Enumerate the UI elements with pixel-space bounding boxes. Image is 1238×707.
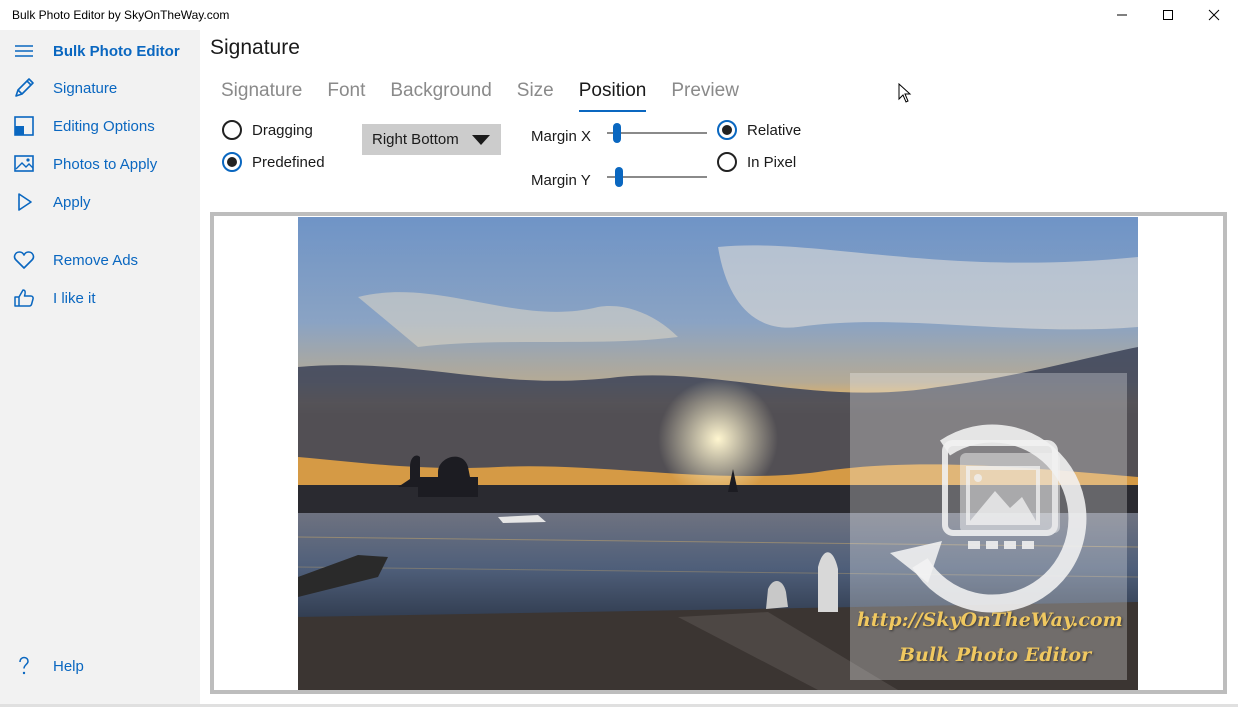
hamburger-menu[interactable]: Bulk Photo Editor: [0, 33, 200, 69]
sidebar-item-photos-to-apply[interactable]: Photos to Apply: [0, 146, 200, 182]
sidebar-item-signature[interactable]: Signature: [0, 70, 200, 106]
margin-y-label: Margin Y: [531, 172, 591, 189]
title-bar: Bulk Photo Editor by SkyOnTheWay.com: [0, 0, 1238, 30]
sidebar-item-label: Signature: [53, 79, 118, 97]
tab-bar: Signature Font Background Size Position …: [221, 80, 764, 112]
image-icon: [0, 153, 48, 175]
radio-circle[interactable]: [222, 152, 242, 172]
hamburger-icon[interactable]: [0, 40, 48, 62]
close-icon: [1208, 9, 1220, 21]
radio-predefined[interactable]: Predefined: [222, 152, 325, 172]
sidebar-item-label: Help: [53, 657, 84, 675]
slider-thumb[interactable]: [613, 123, 621, 143]
margin-x-slider[interactable]: [607, 121, 707, 145]
sidebar-item-label: Photos to Apply: [53, 155, 158, 173]
predefined-position-dropdown[interactable]: Right Bottom: [362, 124, 501, 155]
margin-y-slider[interactable]: [607, 165, 707, 189]
sidebar-item-help[interactable]: Help: [0, 648, 200, 684]
radio-in-pixel[interactable]: In Pixel: [717, 152, 796, 172]
mouse-cursor-icon: [898, 83, 912, 103]
maximize-button[interactable]: [1145, 0, 1191, 30]
heart-icon: [0, 249, 48, 271]
sidebar-item-editing-options[interactable]: Editing Options: [0, 108, 200, 144]
radio-dragging[interactable]: Dragging: [222, 120, 313, 140]
watermark-app-text: Bulk Photo Editor: [899, 644, 1092, 666]
bulk-photo-editor-logo: [890, 424, 1087, 613]
sidebar-item-label: Remove Ads: [53, 251, 139, 269]
sidebar-item-label: Apply: [53, 193, 91, 211]
window-title: Bulk Photo Editor by SkyOnTheWay.com: [12, 8, 230, 22]
sidebar-item-label: Editing Options: [53, 117, 155, 135]
radio-label: Predefined: [252, 153, 325, 171]
sidebar-item-remove-ads[interactable]: Remove Ads: [0, 242, 200, 278]
tab-font[interactable]: Font: [327, 80, 365, 112]
editing-options-icon: [0, 115, 48, 137]
radio-circle[interactable]: [717, 120, 737, 140]
radio-label: In Pixel: [747, 153, 797, 171]
radio-circle[interactable]: [717, 152, 737, 172]
pencil-icon: [0, 77, 48, 99]
page-title: Signature: [210, 36, 300, 59]
sidebar-item-i-like-it[interactable]: I like it: [0, 280, 200, 316]
watermark-url-text: http://SkyOnTheWay.com: [857, 609, 1123, 631]
thumbs-up-icon: [0, 287, 48, 309]
slider-track[interactable]: [607, 132, 707, 134]
tab-position[interactable]: Position: [578, 80, 646, 112]
radio-circle[interactable]: [222, 120, 242, 140]
radio-label: Relative: [747, 121, 802, 139]
question-icon: [0, 655, 48, 677]
close-button[interactable]: [1191, 0, 1237, 30]
tab-signature[interactable]: Signature: [221, 80, 302, 112]
slider-thumb[interactable]: [615, 167, 623, 187]
sidebar-item-label: I like it: [53, 289, 96, 307]
maximize-icon: [1163, 10, 1173, 20]
radio-label: Dragging: [252, 121, 313, 139]
margin-x-label: Margin X: [531, 128, 592, 145]
play-icon: [0, 191, 48, 213]
radio-relative[interactable]: Relative: [717, 120, 801, 140]
tab-background[interactable]: Background: [390, 80, 491, 112]
tab-size[interactable]: Size: [517, 80, 554, 112]
chevron-down-icon: [472, 134, 490, 145]
minimize-button[interactable]: [1099, 0, 1145, 30]
sidebar: Bulk Photo Editor Signature Editing Opti…: [0, 30, 200, 707]
signature-watermark[interactable]: http://SkyOnTheWay.com Bulk Photo Editor: [850, 373, 1127, 680]
app-title: Bulk Photo Editor: [53, 42, 180, 60]
tab-preview[interactable]: Preview: [671, 80, 739, 112]
dropdown-value: Right Bottom: [372, 131, 459, 148]
minimize-icon: [1117, 14, 1127, 16]
sidebar-item-apply[interactable]: Apply: [0, 184, 200, 220]
